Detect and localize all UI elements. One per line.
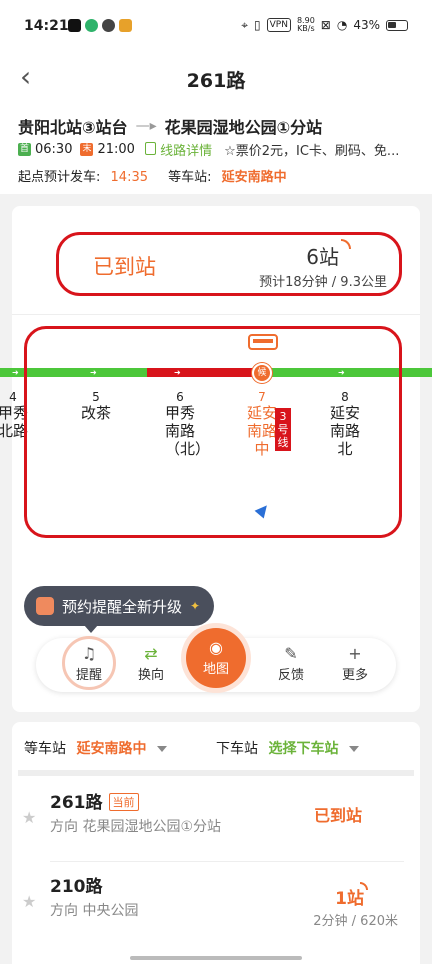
line-arrow-icon: ➜ — [12, 368, 19, 377]
bus-name: 210路 — [50, 877, 103, 897]
document-icon — [144, 142, 156, 155]
direction-arrow-icon: —▸ — [135, 118, 157, 134]
no-sim-icon: ⊠ — [320, 18, 331, 32]
last-bus-time: 21:00 — [97, 142, 135, 157]
switch-label: 换向 — [137, 668, 164, 683]
status-time: 14:21 — [24, 18, 69, 34]
arrival-eta: 预计18分钟 / 9.3公里 — [259, 275, 387, 290]
location-icon: ⌖ — [241, 17, 249, 32]
status-right: ⌖ ▯ VPN 8.90 KB/s ⊠ ◔ 43% — [241, 17, 408, 33]
route-destination: 花果园湿地公园①分站 — [164, 118, 323, 137]
bus-row[interactable]: ★ 261路 当前 方向 花果园湿地公园①分站 已到站 — [12, 778, 420, 862]
wait-station-select[interactable]: 等车站 延安南路中 — [24, 738, 167, 758]
chevron-down-icon — [156, 746, 167, 752]
vpn-badge: VPN — [266, 18, 291, 32]
tiktok-icon — [68, 19, 81, 32]
wait-station-value: 延安南路中 — [221, 170, 287, 185]
wifi-icon: ◔ — [336, 18, 348, 32]
plus-icon: + — [348, 644, 362, 663]
sync-icon — [102, 19, 115, 32]
departure-info: 起点预计发车: 14:35 等车站: 延安南路中 — [18, 166, 287, 185]
divider — [12, 314, 420, 315]
bus-direction: 方向 中央公园 — [50, 903, 139, 919]
tooltip-text: 预约提醒全新升级 — [62, 597, 183, 616]
arrival-status-box: 已到站 6站 预计18分钟 / 9.3公里 — [56, 232, 402, 296]
route-endpoints: 贵阳北站③站台 —▸ 花果园湿地公园①分站 — [18, 114, 322, 138]
fare-info[interactable]: ☆票价2元，IC卡、刷码、免... — [224, 140, 399, 159]
remind-button[interactable]: ♫ 提醒 — [62, 636, 116, 690]
action-toolbar: ♫ 提醒 ⇄ 换向 ◉ 地图 ✎ 反馈 + 更多 — [36, 628, 396, 692]
current-badge: 当前 — [108, 793, 139, 811]
route-detail-link[interactable]: 线路详情 — [144, 140, 213, 159]
battery-percent: 43% — [353, 18, 380, 32]
first-bus-time: 06:30 — [35, 142, 73, 157]
page-title: 261路 — [186, 70, 246, 92]
bus-direction: 方向 花果园湿地公园①分站 — [50, 819, 222, 835]
section-divider — [18, 770, 414, 776]
switch-direction-button[interactable]: ⇄ 换向 — [126, 644, 176, 683]
bus-eta: 2分钟 / 620米 — [313, 914, 398, 929]
wait-select-value: 延安南路中 — [76, 741, 147, 757]
status-bar: 14:21 ⌖ ▯ VPN 8.90 KB/s ⊠ ◔ 43% — [0, 0, 432, 52]
wait-station-label: 等车站: — [168, 170, 212, 185]
swap-icon: ⇄ — [144, 644, 158, 663]
station-selector: 等车站 延安南路中 下车站 选择下车站 — [12, 722, 420, 772]
map-label: 地图 — [202, 662, 229, 677]
hand-icon — [36, 597, 54, 615]
last-bus-tag: 末 — [80, 143, 94, 156]
stops-highlight-box — [24, 326, 402, 538]
app-plus-icon — [85, 19, 98, 32]
bus-name-group: 261路 当前 — [50, 788, 139, 813]
stops-away: 6站 — [306, 245, 339, 269]
feedback-label: 反馈 — [277, 668, 304, 683]
favorite-star-icon[interactable]: ★ — [22, 892, 36, 911]
start-label: 起点预计发车: — [18, 170, 101, 185]
wait-select-label: 等车站 — [24, 741, 66, 757]
alight-station-select[interactable]: 下车站 选择下车站 — [216, 738, 359, 758]
route-detail-label: 线路详情 — [160, 144, 213, 159]
route-origin: 贵阳北站③站台 — [18, 118, 128, 137]
start-time: 14:35 — [110, 170, 148, 185]
favorite-star-icon[interactable]: ★ — [22, 808, 36, 827]
home-indicator[interactable] — [130, 956, 302, 960]
route-card: 已到站 6站 预计18分钟 / 9.3公里 ➜ ➜ ➜ ➜ 候 4 甲秀北路 5… — [0, 206, 432, 712]
bus-list-panel: 等车站 延安南路中 下车站 选择下车站 ★ 261路 当前 方向 花果园湿地公园①… — [12, 722, 420, 964]
grid-app-icon — [119, 19, 132, 32]
reminder-tooltip[interactable]: 预约提醒全新升级 ✦ — [24, 586, 215, 633]
bus-name: 261路 — [50, 793, 103, 813]
notification-icons — [68, 19, 132, 32]
route-info: 贵阳北站③站台 —▸ 花果园湿地公园①分站 首 06:30 末 21:00 线路… — [0, 104, 432, 194]
realtime-signal-icon — [341, 239, 351, 249]
alight-select-label: 下车站 — [216, 741, 258, 757]
chevron-down-icon — [348, 746, 359, 752]
map-button[interactable]: ◉ 地图 — [186, 628, 246, 688]
bus-row[interactable]: ★ 210路 方向 中央公园 1站 2分钟 / 620米 — [12, 862, 420, 946]
realtime-signal-icon — [360, 882, 368, 890]
more-button[interactable]: + 更多 — [330, 644, 380, 683]
route-schedule: 首 06:30 末 21:00 线路详情 ☆票价2元，IC卡、刷码、免... — [18, 140, 399, 159]
alight-select-value: 选择下车站 — [268, 741, 339, 757]
sparkle-icon: ✦ — [190, 599, 201, 613]
vibrate-icon: ▯ — [254, 18, 261, 32]
edit-icon: ✎ — [284, 644, 298, 663]
more-label: 更多 — [341, 668, 368, 683]
battery-icon — [386, 19, 408, 31]
remind-highlight-ring — [62, 636, 116, 690]
nav-header: ‹ 261路 — [0, 52, 432, 104]
map-pin-icon: ◉ — [209, 638, 223, 657]
arrival-status: 已到站 — [93, 255, 156, 279]
network-speed: 8.90 KB/s — [297, 17, 315, 33]
bus-status: 已到站 — [313, 806, 362, 825]
first-bus-tag: 首 — [18, 143, 31, 156]
feedback-button[interactable]: ✎ 反馈 — [266, 644, 316, 683]
speed-unit: KB/s — [297, 24, 315, 33]
